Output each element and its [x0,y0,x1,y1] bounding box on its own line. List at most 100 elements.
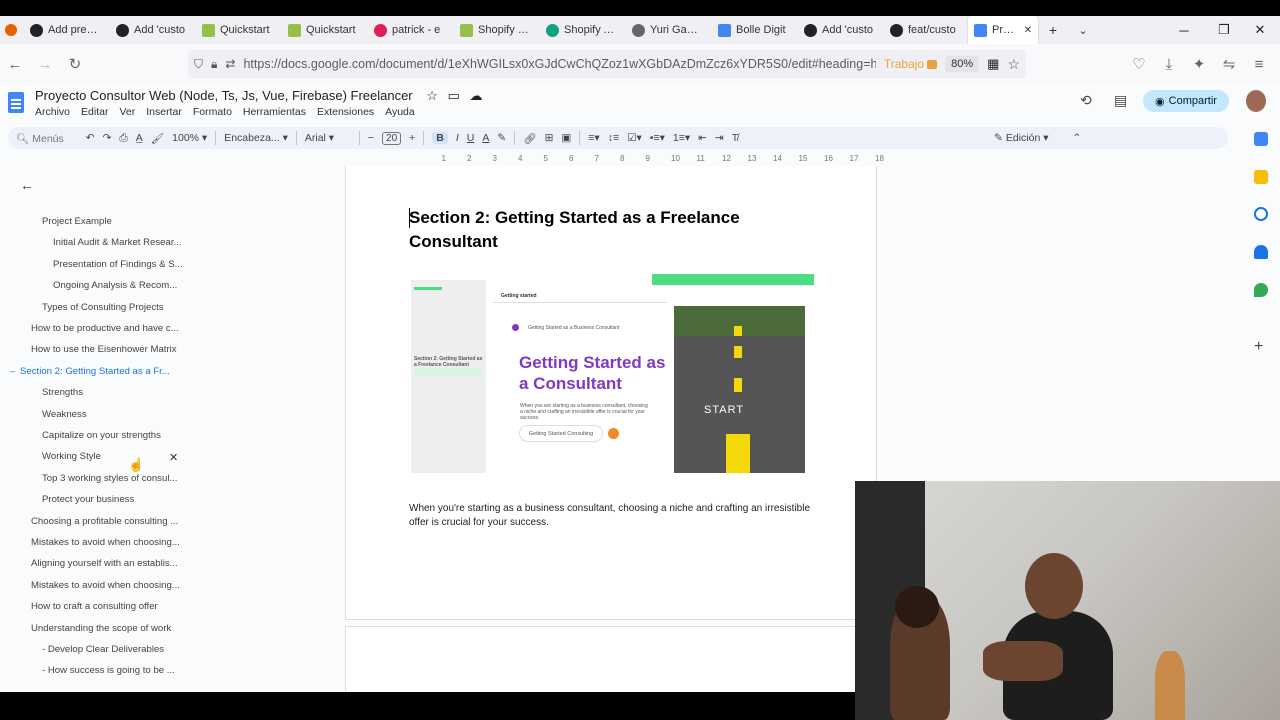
back-icon[interactable]: ← [0,49,30,79]
reload-icon[interactable]: ↻ [60,49,90,79]
clear-formatting-icon[interactable]: T̸ [732,132,738,144]
docs-logo-icon[interactable] [8,92,24,113]
outline-item[interactable]: Top 3 working styles of consul... [42,473,177,484]
browser-tab[interactable]: Quickstart [280,16,366,44]
outline-item[interactable]: Understanding the scope of work [31,623,171,634]
browser-tab[interactable]: Shopify Ap [538,16,624,44]
browser-tab[interactable]: Yuri Gagari [624,16,710,44]
outline-item[interactable]: - Develop Clear Deliverables [42,644,164,655]
browser-tab[interactable]: Add 'custo [796,16,882,44]
bulleted-list-icon[interactable]: •≡▾ [650,132,665,144]
downloads-icon[interactable]: ⤓ [1154,49,1184,79]
outline-item[interactable]: Mistakes to avoid when choosing... [31,580,180,591]
outline-item[interactable]: Presentation of Findings & S... [53,259,183,270]
move-folder-icon[interactable]: ▭ [448,88,460,103]
menu-item[interactable]: Ayuda [385,106,415,118]
increase-font-size-icon[interactable]: + [409,132,415,144]
minimize-button[interactable]: ─ [1164,16,1204,44]
version-history-icon[interactable]: ⟲ [1080,92,1092,109]
text-color-icon[interactable]: A [482,132,489,144]
body-paragraph[interactable]: When you're starting as a business consu… [409,502,819,529]
close-window-button[interactable]: ✕ [1240,16,1280,44]
outline-item[interactable]: Protect your business [42,494,134,505]
qr-icon[interactable]: ▦ [987,56,999,72]
restore-button[interactable]: ❐ [1204,16,1244,44]
link-icon[interactable]: 🔗︎ [523,132,536,145]
url-text[interactable]: https://docs.google.com/document/d/1eXhW… [243,57,875,71]
redo-icon[interactable]: ↷ [103,132,112,144]
outline-item[interactable]: How to be productive and have c... [31,323,179,334]
menu-item[interactable]: Archivo [35,106,70,118]
extensions-icon[interactable]: ✦ [1184,49,1214,79]
style-select[interactable]: Encabeza... ▾ [224,132,288,144]
outline-item[interactable]: Strengths [42,387,83,398]
menu-item[interactable]: Herramientas [243,106,306,118]
avatar[interactable] [1246,90,1266,112]
new-tab-button[interactable]: + [1038,16,1068,44]
document-title-text[interactable]: Proyecto Consultor Web (Node, Ts, Js, Vu… [35,88,413,103]
calendar-icon[interactable] [1254,132,1268,146]
outline-item[interactable]: - How success is going to be ... [42,665,175,676]
align-icon[interactable]: ≡▾ [588,132,599,144]
keep-icon[interactable] [1254,170,1268,184]
menu-item[interactable]: Editar [81,106,108,118]
highlight-icon[interactable]: ✎ [497,132,506,144]
section-heading[interactable]: Section 2: Getting Started as a Freelanc… [409,206,789,254]
bold-icon[interactable]: B [432,132,448,144]
add-addon-icon[interactable]: + [1254,338,1263,356]
outline-item[interactable]: Initial Audit & Market Resear... [53,237,182,248]
font-size-input[interactable]: 20 [382,131,402,145]
insert-image-icon[interactable]: ▣ [561,132,571,144]
url-bar[interactable]: ⛉ 🔒︎ ⇄ https://docs.google.com/document/… [188,50,1026,78]
undo-icon[interactable]: ↶ [86,132,95,144]
menu-item[interactable]: Extensiones [317,106,374,118]
browser-tab[interactable]: Proyecto ✕ [968,16,1038,44]
zoom-select[interactable]: 100% ▾ [172,132,207,144]
add-comment-icon[interactable]: ⊞ [545,132,554,144]
outline-item[interactable]: Project Example [42,216,112,227]
contacts-icon[interactable] [1254,245,1268,259]
browser-tab[interactable]: feat/custo [882,16,968,44]
decrease-font-size-icon[interactable]: − [368,132,374,144]
italic-icon[interactable]: I [456,132,459,144]
bookmark-star-icon[interactable]: ☆ [1007,56,1020,73]
outline-item[interactable]: Working Style [42,451,101,462]
ruler[interactable]: 1 2 3 4 5 6 7 8 9 10 11 12 13 14 15 16 17 18 [344,154,884,166]
close-tab-icon[interactable]: ✕ [1024,25,1032,36]
spellcheck-icon[interactable]: A̲ [136,132,143,144]
close-outline-icon[interactable]: ← [20,177,34,193]
outline-item[interactable]: Aligning yourself with an establis... [31,558,178,569]
outline-item[interactable]: Types of Consulting Projects [42,302,164,313]
checklist-icon[interactable]: ☑▾ [627,132,642,144]
zoom-indicator[interactable]: 80% [945,56,980,72]
outline-item[interactable]: Capitalize on your strengths [42,430,161,441]
outline-item[interactable]: How to craft a consulting offer [31,601,158,612]
line-spacing-icon[interactable]: ↕≡ [608,132,619,144]
editing-mode-select[interactable]: ✎ Edición ▾ [994,132,1048,144]
browser-tab[interactable]: Bolle Digit [710,16,796,44]
shield-icon[interactable]: ⛉ [194,57,203,72]
outline-item[interactable]: Choosing a profitable consulting ... [31,516,178,527]
increase-indent-icon[interactable]: ⇥ [715,132,724,144]
star-icon[interactable]: ☆ [426,88,438,103]
list-tabs-icon[interactable]: ⌄ [1068,16,1098,44]
app-menu-icon[interactable]: ≡ [1244,49,1274,79]
menu-item[interactable]: Insertar [146,106,182,118]
browser-tab[interactable]: patrick - e [366,16,452,44]
browser-tab[interactable]: Quickstart [194,16,280,44]
tasks-icon[interactable] [1254,207,1268,221]
container-label[interactable]: Trabajo [884,57,938,71]
underline-icon[interactable]: U [467,132,475,144]
cloud-status-icon[interactable]: ☁ [469,88,482,103]
outline-item[interactable]: – Section 2: Getting Started as a Fr... [10,366,170,377]
outline-item[interactable]: Mistakes to avoid when choosing... [31,537,180,548]
search-menus[interactable]: 🔍︎ Menús [16,132,64,145]
font-select[interactable]: Arial ▾ [305,132,351,144]
remove-heading-icon[interactable]: ✕ [169,451,178,464]
sync-icon[interactable]: ⇋ [1214,49,1244,79]
menu-item[interactable]: Ver [119,106,135,118]
pocket-icon[interactable]: ♡ [1124,49,1154,79]
paint-format-icon[interactable]: 🖌︎ [151,132,164,145]
document-title[interactable]: Proyecto Consultor Web (Node, Ts, Js, Vu… [35,88,482,104]
print-icon[interactable]: ⎙ [119,132,127,145]
